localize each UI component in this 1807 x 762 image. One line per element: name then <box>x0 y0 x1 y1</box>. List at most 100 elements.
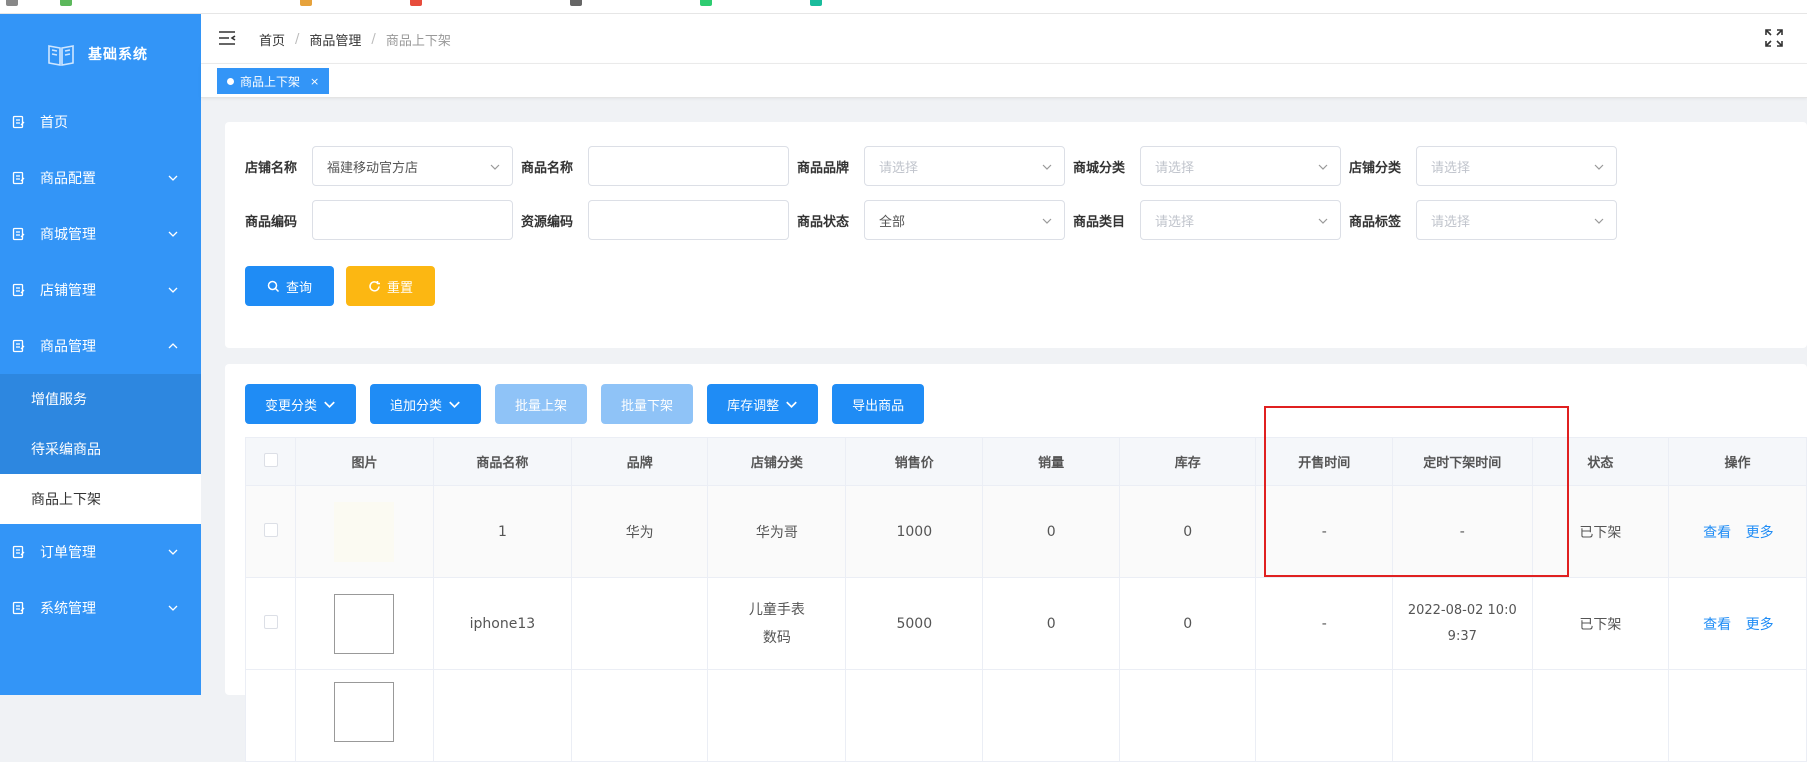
resource-code-label: 资源编码 <box>521 214 574 230</box>
filter-actions: 查询 重置 <box>245 266 435 306</box>
add-category-label: 追加分类 <box>390 398 443 414</box>
bookmark-item[interactable] <box>570 0 582 8</box>
table-cell <box>845 669 984 762</box>
product-name-input[interactable] <box>588 146 789 186</box>
change-category-button[interactable]: 变更分类 <box>245 384 357 424</box>
app-logo[interactable]: 基础系统 <box>0 14 201 94</box>
sales-cell: 0 <box>982 577 1120 670</box>
broken-image-icon[interactable] <box>334 593 395 654</box>
table-row[interactable]: 1 华为 华为哥 1000 0 0 - - 已下架 查看 更多 <box>244 485 1807 578</box>
select-all-cell <box>244 437 297 486</box>
product-tag-select[interactable]: 请选择 <box>1416 200 1617 240</box>
sidebar-subitem-product-shelf[interactable]: 商品上下架 <box>0 474 201 524</box>
batch-on-shelf-button[interactable]: 批量上架 <box>495 384 588 424</box>
tab-label: 商品上下架 <box>240 74 301 89</box>
bookmark-item[interactable] <box>810 0 822 8</box>
table-row[interactable]: iphone13 儿童手表数码 5000 0 0 - 2022-08-02 10… <box>244 577 1807 670</box>
breadcrumb-home[interactable]: 首页 <box>259 30 285 49</box>
image-cell <box>295 577 434 670</box>
sale-time-cell: - <box>1255 577 1394 670</box>
column-header: 定时下架时间 <box>1392 437 1533 486</box>
more-link[interactable]: 更多 <box>1746 617 1774 633</box>
change-category-label: 变更分类 <box>265 398 318 414</box>
chevron-down-icon <box>324 401 335 408</box>
query-button[interactable]: 查询 <box>245 266 334 306</box>
export-products-button[interactable]: 导出商品 <box>832 384 925 424</box>
chevron-down-icon <box>786 401 797 408</box>
menu-fold-icon[interactable] <box>218 31 236 45</box>
query-button-label: 查询 <box>285 280 312 296</box>
product-table: 图片 商品名称 品牌 店铺分类 销售价 销量 库存 开售时间 定时下架时间 状态… <box>244 437 1807 762</box>
shop-name-select[interactable]: 福建移动官方店 <box>312 146 513 186</box>
sidebar-item-mall-management[interactable]: 商城管理 <box>0 206 201 262</box>
status-select[interactable]: 全部 <box>864 200 1065 240</box>
resource-code-input[interactable] <box>588 200 789 240</box>
row-checkbox[interactable] <box>263 614 278 629</box>
brand-select[interactable]: 请选择 <box>864 146 1065 186</box>
chevron-down-icon <box>168 175 178 181</box>
filter-row: 店铺名称 福建移动官方店 商品名称 商品品牌 请选择 商城分类 请选择 店铺分类… <box>245 146 1625 186</box>
shop-name-field: 店铺名称 福建移动官方店 <box>245 146 513 186</box>
bookmark-item[interactable] <box>6 0 18 8</box>
product-management-submenu: 增值服务 待采编商品 商品上下架 <box>0 374 201 524</box>
shop-category-select[interactable]: 请选择 <box>1416 146 1617 186</box>
sidebar-item-shop-management[interactable]: 店铺管理 <box>0 262 201 318</box>
brand-placeholder: 请选择 <box>879 160 919 176</box>
column-header: 操作 <box>1668 437 1807 486</box>
product-code-field: 商品编码 <box>245 200 513 240</box>
product-type-select[interactable]: 请选择 <box>1140 200 1341 240</box>
tab-product-shelf[interactable]: 商品上下架 × <box>217 68 330 94</box>
chevron-down-icon <box>1318 164 1328 170</box>
product-name-field: 商品名称 <box>521 146 789 186</box>
reset-button-label: 重置 <box>386 280 413 296</box>
sidebar-item-home[interactable]: 首页 <box>0 94 201 150</box>
refresh-icon <box>369 280 380 292</box>
brand-label: 商品品牌 <box>797 160 850 176</box>
sidebar-item-product-management[interactable]: 商品管理 <box>0 318 201 374</box>
column-header: 销量 <box>982 437 1120 486</box>
row-checkbox[interactable] <box>263 522 278 537</box>
fullscreen-icon[interactable] <box>1764 28 1784 48</box>
close-icon[interactable]: × <box>310 75 319 88</box>
add-category-button[interactable]: 追加分类 <box>370 384 482 424</box>
breadcrumb-parent[interactable]: 商品管理 <box>309 30 361 49</box>
sidebar-item-system-management[interactable]: 系统管理 <box>0 580 201 636</box>
search-form-card: 店铺名称 福建移动官方店 商品名称 商品品牌 请选择 商城分类 请选择 店铺分类… <box>225 122 1807 348</box>
filter-row: 商品编码 资源编码 商品状态 全部 商品类目 请选择 商品标签 请选择 <box>245 200 1625 240</box>
stock-adjust-button[interactable]: 库存调整 <box>707 384 819 424</box>
view-link[interactable]: 查看 <box>1703 525 1731 541</box>
more-link[interactable]: 更多 <box>1746 525 1774 541</box>
sales-cell: 0 <box>982 485 1120 578</box>
top-header: 首页 / 商品管理 / 商品上下架 <box>201 14 1807 64</box>
table-cell <box>1531 669 1670 762</box>
sidebar: 基础系统 首页 商品配置 商城管理 店铺管理 商品管理 增值服务 待采编商品 商… <box>0 14 201 695</box>
reset-button[interactable]: 重置 <box>346 266 435 306</box>
product-type-label: 商品类目 <box>1073 214 1126 230</box>
sidebar-item-label: 店铺管理 <box>40 283 96 299</box>
table-cell <box>707 669 847 762</box>
mall-category-select[interactable]: 请选择 <box>1140 146 1341 186</box>
view-link[interactable]: 查看 <box>1703 617 1731 633</box>
select-all-checkbox[interactable] <box>263 452 278 467</box>
sidebar-subitem-value-added-service[interactable]: 增值服务 <box>0 374 201 424</box>
product-table-card: 变更分类 追加分类 批量上架 批量下架 库存调整 导出商品 图片 商品名称 品牌 <box>225 364 1807 762</box>
document-icon <box>12 171 25 185</box>
chevron-up-icon <box>168 343 178 349</box>
bookmark-item[interactable] <box>300 0 312 8</box>
bookmark-item[interactable] <box>60 0 72 8</box>
batch-off-shelf-button[interactable]: 批量下架 <box>601 384 694 424</box>
price-cell: 1000 <box>845 485 984 578</box>
table-row[interactable] <box>244 669 1807 762</box>
sidebar-subitem-pending-products[interactable]: 待采编商品 <box>0 424 201 474</box>
product-thumbnail[interactable] <box>334 501 395 562</box>
sidebar-item-order-management[interactable]: 订单管理 <box>0 524 201 580</box>
broken-image-icon[interactable] <box>334 682 395 742</box>
bookmark-item[interactable] <box>700 0 712 8</box>
column-header: 商品名称 <box>432 437 572 486</box>
shop-category-field: 店铺分类 请选择 <box>1349 146 1617 186</box>
chevron-down-icon <box>1042 164 1052 170</box>
sidebar-item-product-config[interactable]: 商品配置 <box>0 150 201 206</box>
bookmark-item[interactable] <box>410 0 422 8</box>
search-icon <box>267 280 280 292</box>
product-code-input[interactable] <box>312 200 513 240</box>
